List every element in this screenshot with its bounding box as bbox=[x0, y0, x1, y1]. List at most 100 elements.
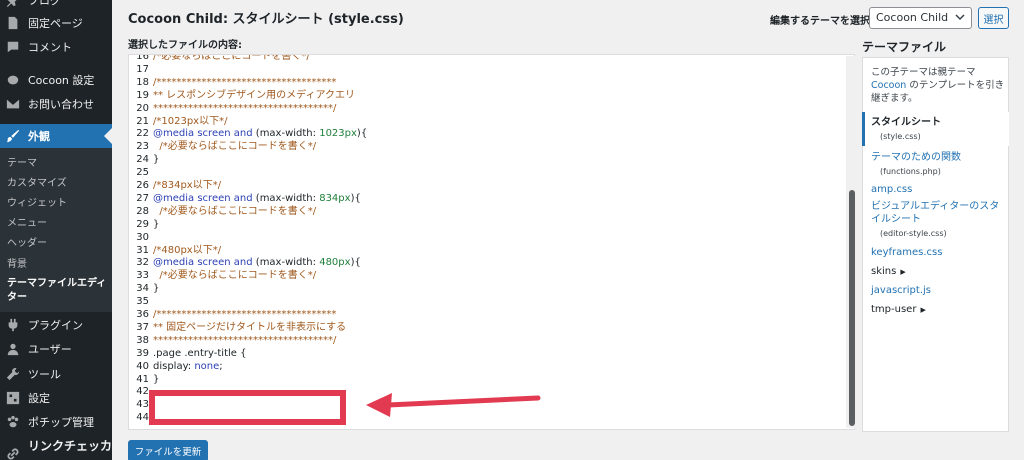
sidebar-item-label: プラグイン bbox=[28, 319, 83, 332]
sidebar-item-link-checker[interactable]: リンクチェッカー bbox=[0, 439, 112, 460]
sidebar-item-appearance[interactable]: 外観 bbox=[0, 124, 112, 148]
line-number: 38 bbox=[136, 334, 149, 346]
user-icon bbox=[6, 342, 20, 356]
code-token: 834px bbox=[319, 192, 351, 204]
sidebar-item-tools[interactable]: ツール bbox=[0, 362, 112, 386]
code-line[interactable]: 35 bbox=[129, 295, 153, 308]
theme-select[interactable]: Cocoon Child bbox=[869, 7, 972, 29]
select-theme-button[interactable]: 選択 bbox=[978, 7, 1009, 29]
file-link-keyframes-css[interactable]: keyframes.css bbox=[871, 246, 1007, 259]
submenu-header[interactable]: ヘッダー bbox=[7, 237, 107, 251]
line-number: 18 bbox=[136, 76, 149, 88]
code-token: (max-width: bbox=[252, 128, 320, 140]
plugin-icon bbox=[6, 318, 20, 332]
sidebar-item-pochipp[interactable]: ポチップ管理 bbox=[0, 410, 112, 434]
code-line[interactable]: 33 /*必要ならばここにコードを書く*/ bbox=[129, 269, 316, 282]
code-line[interactable]: 36 /************************************ bbox=[129, 308, 336, 321]
code-line[interactable]: 23 /*必要ならばここにコードを書く*/ bbox=[129, 140, 316, 153]
code-line[interactable]: 25 bbox=[129, 166, 153, 179]
line-number: 44 bbox=[136, 412, 149, 424]
line-number: 16 bbox=[136, 54, 149, 62]
code-line[interactable]: 37 ** 固定ページだけタイトルを非表示にする bbox=[129, 321, 346, 334]
code-token: none bbox=[194, 360, 220, 372]
submenu-menus[interactable]: メニュー bbox=[7, 217, 107, 231]
code-line[interactable]: 41} bbox=[129, 373, 159, 386]
code-editor[interactable]: 16 /*必要ならばここにコードを書く*/ 17 18 /***************… bbox=[128, 54, 855, 430]
folder-tmp-user[interactable]: tmp-user ▶ bbox=[871, 304, 926, 315]
editor-scrollbar-thumb[interactable] bbox=[849, 190, 855, 426]
code-token: /************************************ bbox=[153, 76, 337, 88]
file-link-amp-css[interactable]: amp.css bbox=[871, 183, 1007, 196]
code-token: } bbox=[153, 283, 160, 295]
line-number: 25 bbox=[136, 167, 149, 179]
link-checker-icon bbox=[6, 447, 20, 460]
sidebar-item-label: リンクチェッカー bbox=[28, 439, 113, 460]
code-token: /*480px以下*/ bbox=[153, 244, 222, 256]
sidebar-item-label: ポチップ管理 bbox=[28, 416, 94, 429]
line-number: 27 bbox=[136, 192, 149, 204]
file-link-functions-php[interactable]: テーマのための関数 bbox=[871, 151, 1007, 164]
folder-skins[interactable]: skins ▶ bbox=[871, 266, 906, 277]
sidebar-item-plugins[interactable]: プラグイン bbox=[0, 313, 112, 337]
line-number: 20 bbox=[136, 102, 149, 114]
code-token: ){ bbox=[350, 192, 361, 204]
update-file-button[interactable]: ファイルを更新 bbox=[128, 440, 208, 460]
annotation-highlight-box bbox=[149, 390, 346, 425]
code-token: /*1023px以下*/ bbox=[153, 115, 228, 127]
line-number: 29 bbox=[136, 218, 149, 230]
submenu-customize[interactable]: カスタマイズ bbox=[7, 177, 107, 191]
sidebar-item-settings[interactable]: 設定 bbox=[0, 386, 112, 410]
sidebar-item-label: ツール bbox=[28, 368, 61, 381]
code-line[interactable]: 18 /************************************ bbox=[129, 76, 336, 89]
code-token: screen bbox=[197, 257, 231, 269]
code-line[interactable]: 27 @media screen and (max-width: 834px){ bbox=[129, 192, 361, 205]
submenu-themes[interactable]: テーマ bbox=[7, 157, 107, 171]
code-line[interactable]: 19 ** レスポンシブデザイン用のメディアクエリ bbox=[129, 89, 355, 102]
code-line[interactable]: 39 .page .entry-title { bbox=[129, 347, 246, 360]
code-line[interactable]: 21 /*1023px以下*/ bbox=[129, 115, 227, 128]
code-line[interactable]: 30 bbox=[129, 231, 153, 244]
submenu-theme-file-editor[interactable]: テーマファイルエディター bbox=[7, 277, 107, 305]
sidebar-item-users[interactable]: ユーザー bbox=[0, 337, 112, 361]
code-line[interactable]: 34} bbox=[129, 282, 159, 295]
pages-icon bbox=[6, 16, 20, 30]
code-line[interactable]: 31 /*480px以下*/ bbox=[129, 244, 221, 257]
file-link-style-css[interactable]: スタイルシート bbox=[871, 116, 1007, 129]
line-number: 37 bbox=[136, 321, 149, 333]
submenu-background[interactable]: 背景 bbox=[7, 258, 107, 272]
file-name-hint: (editor-style.css) bbox=[880, 229, 947, 238]
code-line[interactable]: 16 /*必要ならばここにコードを書く*/ bbox=[129, 54, 309, 63]
code-token: ** レスポンシブデザイン用のメディアクエリ bbox=[153, 89, 355, 101]
code-line[interactable]: 40 display: none; bbox=[129, 360, 222, 373]
theme-select-label: 編集するテーマを選択: bbox=[770, 16, 874, 27]
chevron-down-icon bbox=[955, 14, 965, 21]
line-number: 19 bbox=[136, 89, 149, 101]
code-line[interactable]: 26 /*834px以下*/ bbox=[129, 179, 221, 192]
code-line[interactable]: 28 /*必要ならばここにコードを書く*/ bbox=[129, 205, 316, 218]
code-line[interactable]: 22 @media screen and (max-width: 1023px){ bbox=[129, 127, 367, 140]
sidebar-item-comments[interactable]: コメント bbox=[0, 35, 112, 59]
code-token: screen bbox=[197, 192, 231, 204]
code-line[interactable]: 38 ************************************/ bbox=[129, 334, 336, 347]
sidebar-item-label: Cocoon 設定 bbox=[28, 74, 95, 87]
sidebar-item-pages[interactable]: 固定ページ bbox=[0, 11, 112, 35]
sidebar-item-contact[interactable]: お問い合わせ bbox=[0, 92, 112, 116]
code-line[interactable]: 20 ************************************/ bbox=[129, 102, 336, 115]
code-line[interactable]: 29} bbox=[129, 218, 159, 231]
file-link-editor-style-css[interactable]: ビジュアルエディターのスタイルシート bbox=[871, 200, 1007, 226]
parent-theme-link[interactable]: Cocoon bbox=[871, 80, 906, 91]
sidebar-item-cocoon-settings[interactable]: Cocoon 設定 bbox=[0, 68, 112, 92]
line-number: 34 bbox=[136, 283, 149, 295]
submenu-widgets[interactable]: ウィジェット bbox=[7, 197, 107, 211]
file-link-javascript-js[interactable]: javascript.js bbox=[871, 284, 1007, 297]
line-number: 43 bbox=[136, 399, 149, 411]
code-token: ************************************/ bbox=[153, 334, 337, 346]
line-number: 21 bbox=[136, 115, 149, 127]
code-token: (max-width: bbox=[252, 257, 320, 269]
comment-icon bbox=[6, 40, 20, 54]
sidebar-item-label: ユーザー bbox=[28, 343, 72, 356]
code-line[interactable]: 17 bbox=[129, 63, 153, 76]
code-line[interactable]: 24} bbox=[129, 153, 159, 166]
code-line[interactable]: 32 @media screen and (max-width: 480px){ bbox=[129, 256, 361, 269]
line-number: 17 bbox=[136, 63, 149, 75]
